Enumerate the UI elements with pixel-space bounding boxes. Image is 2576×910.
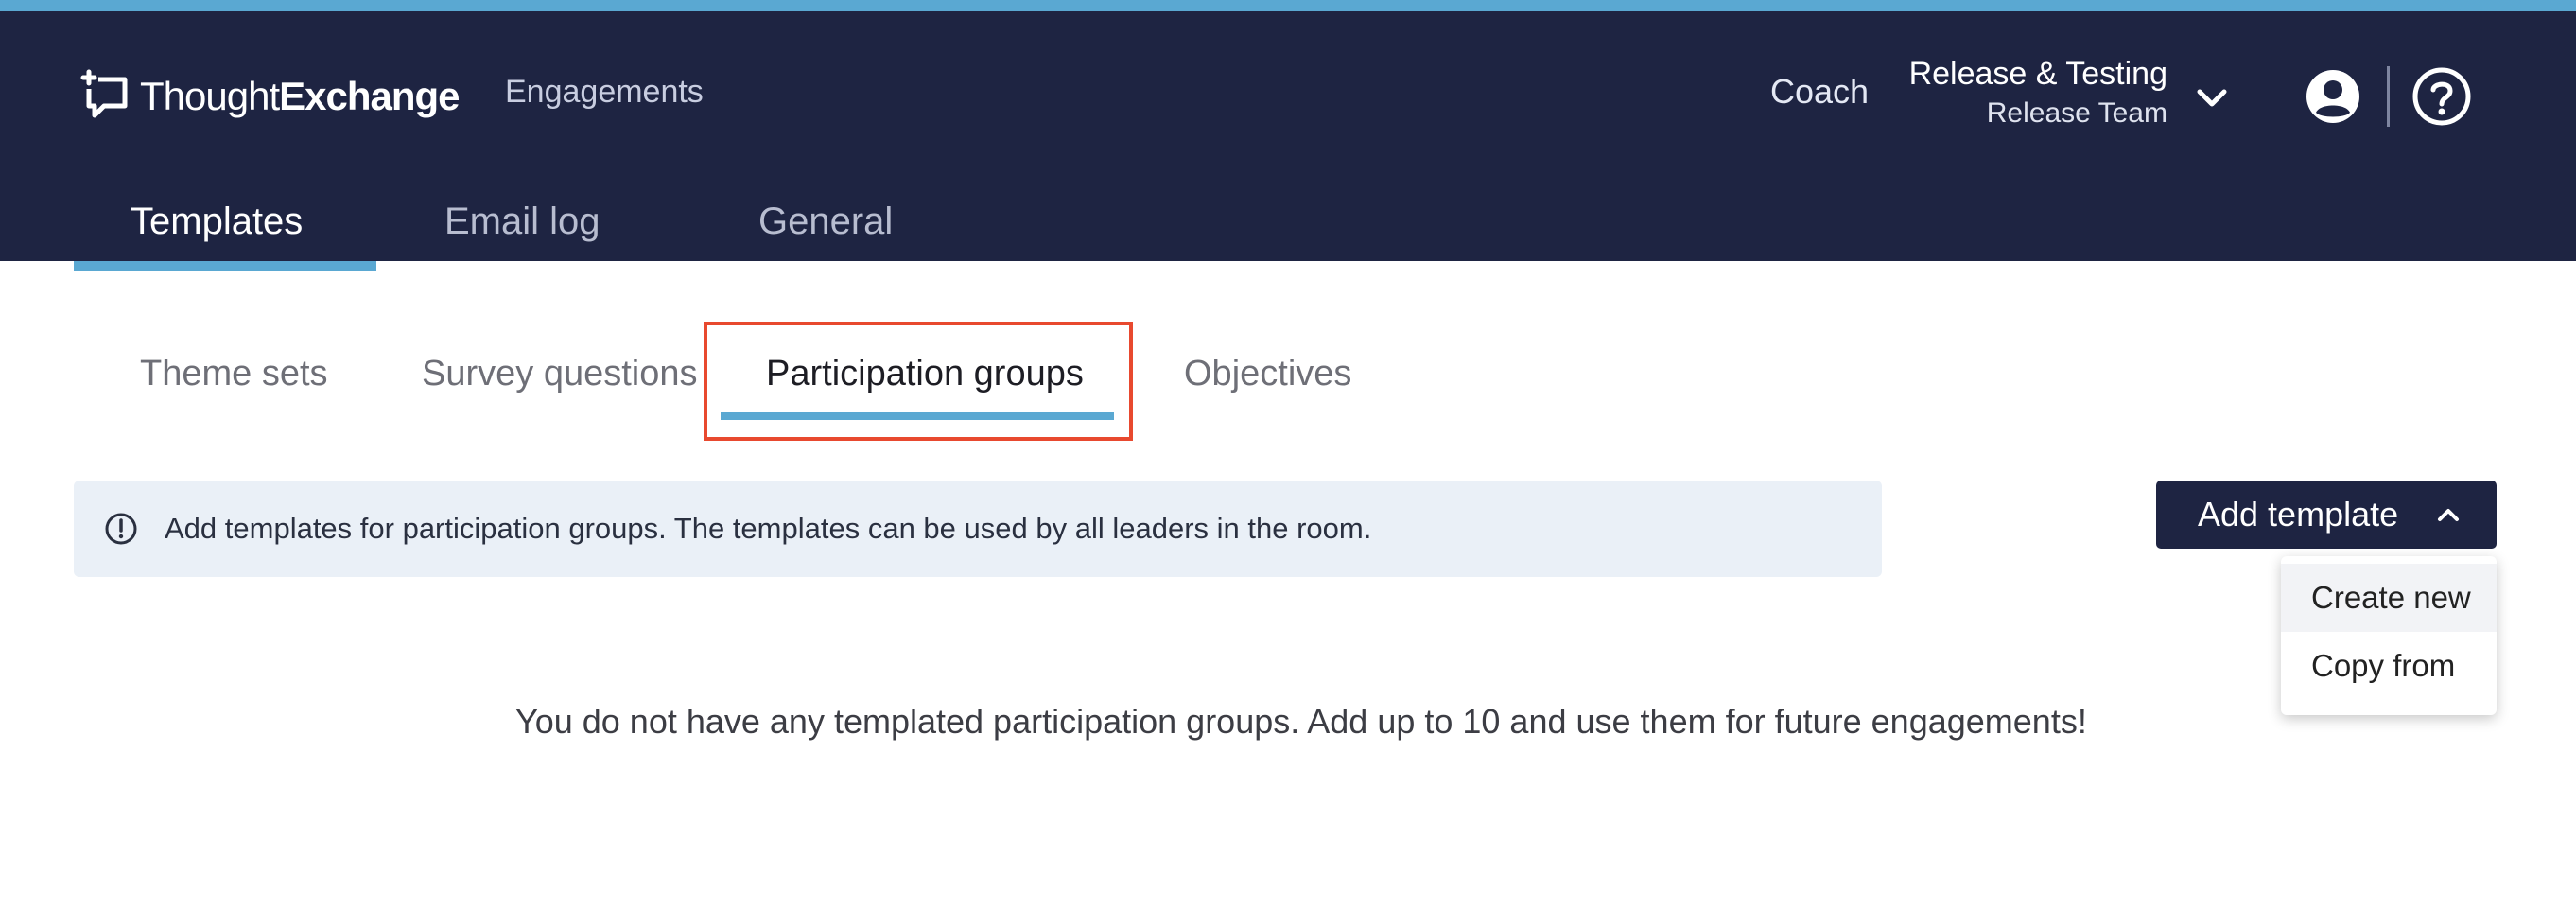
add-template-label: Add template: [2198, 495, 2399, 534]
chevron-up-icon: [2438, 509, 2459, 521]
active-tab-indicator: [74, 261, 376, 271]
info-banner-text: Add templates for participation groups. …: [165, 512, 1372, 545]
room-name: Release & Testing: [1908, 56, 2167, 92]
subtab-theme-sets[interactable]: Theme sets: [140, 354, 328, 394]
brand-name: ThoughtExchange: [140, 74, 461, 118]
annotation-highlight-box: [704, 322, 1133, 441]
tab-email-log[interactable]: Email log: [444, 201, 600, 243]
subtab-objectives[interactable]: Objectives: [1184, 354, 1351, 394]
menu-item-copy-from[interactable]: Copy from: [2281, 632, 2497, 700]
nav-engagements-link[interactable]: Engagements: [505, 74, 704, 111]
tab-templates[interactable]: Templates: [131, 201, 303, 243]
top-accent-bar: [0, 0, 2576, 11]
app-header: ThoughtExchange Engagements Coach Releas…: [0, 11, 2576, 271]
info-circle-icon: [105, 513, 137, 545]
room-selector[interactable]: Release & Testing Release Team: [1872, 53, 2167, 132]
coach-link[interactable]: Coach: [1770, 72, 1869, 112]
tab-general[interactable]: General: [758, 201, 893, 243]
question-circle-icon[interactable]: [2411, 66, 2472, 127]
logo-icon: [80, 69, 128, 118]
chevron-down-icon[interactable]: [2194, 79, 2230, 115]
add-template-menu: Create new Copy from: [2281, 556, 2497, 715]
room-team: Release Team: [1986, 97, 2167, 129]
user-circle-icon[interactable]: [2306, 69, 2360, 124]
add-template-button[interactable]: Add template: [2156, 481, 2497, 549]
subtab-survey-questions[interactable]: Survey questions: [422, 354, 698, 394]
brand-logo[interactable]: ThoughtExchange: [76, 59, 461, 134]
menu-item-create-new[interactable]: Create new: [2281, 564, 2497, 632]
info-banner: Add templates for participation groups. …: [74, 481, 1882, 577]
empty-state-message: You do not have any templated participat…: [515, 702, 2087, 741]
header-divider: [2387, 66, 2390, 127]
